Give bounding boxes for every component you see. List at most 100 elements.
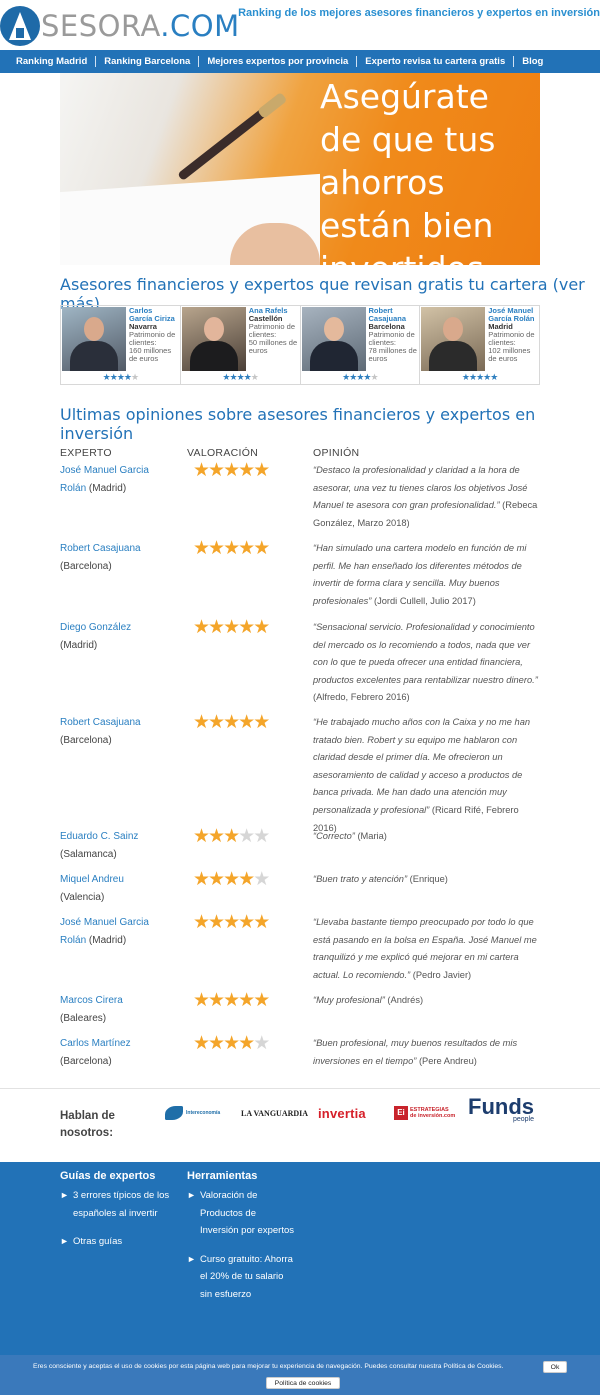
review-expert-link[interactable]: Miquel Andreu	[60, 874, 124, 885]
press-logos: Intereconomía LA VANGUARDIA invertia Ei E…	[163, 1096, 543, 1128]
advisor-photo[interactable]	[181, 307, 246, 371]
header-tagline: Ranking de los mejores asesores financie…	[238, 7, 600, 19]
advisor-patrimonio-amount: 102 millones de euros	[488, 346, 531, 363]
star-filled-icon: ★	[208, 912, 225, 933]
review-expert-link[interactable]: Robert Casajuana	[60, 717, 141, 728]
advisor-patrimonio-amount: 50 millones de euros	[248, 338, 298, 355]
intereconomia-logo[interactable]: Intereconomía	[165, 1098, 220, 1128]
review-expert-link[interactable]: Diego González	[60, 622, 131, 633]
cookie-ok-button[interactable]: Ok	[543, 1361, 567, 1373]
estrategias-de-inversion-logo[interactable]: Ei ESTRATEGIAS de inversión.com	[394, 1098, 455, 1128]
la-vanguardia-logo[interactable]: LA VANGUARDIA	[241, 1098, 308, 1128]
review-rating: ★★★★★	[193, 912, 270, 934]
logo-text: SESORA.COM	[41, 9, 240, 43]
star-filled-icon: ★	[238, 712, 255, 733]
rating-star-icon: ★	[130, 372, 139, 382]
funds-people-logo[interactable]: Funds people	[468, 1096, 534, 1128]
review-quote: “Destaco la profesionalidad y claridad a…	[313, 465, 528, 511]
review-author: (Andrés)	[387, 995, 424, 1005]
cookie-banner: Eres consciente y aceptas el uso de cook…	[0, 1355, 600, 1395]
cookie-text: Eres consciente y aceptas el uso de cook…	[33, 1363, 504, 1370]
advisor-card[interactable]: José Manuel García Rolán Madrid Patrimon…	[420, 306, 539, 384]
cookie-policy-button[interactable]: Política de cookies	[266, 1377, 340, 1389]
star-filled-icon: ★	[193, 712, 210, 733]
rating-star-icon: ★	[116, 372, 125, 382]
advisor-photo[interactable]	[62, 307, 126, 371]
section-divider	[0, 1088, 600, 1089]
advisor-rating: ★★★★★	[301, 372, 420, 383]
star-filled-icon: ★	[238, 1033, 255, 1054]
nav-blog[interactable]: Blog	[514, 56, 551, 67]
star-filled-icon: ★	[193, 912, 210, 933]
review-rating: ★★★★★	[193, 826, 270, 848]
footer-link-valoracion[interactable]: Valoración de Productos de Inversión por…	[187, 1187, 297, 1240]
rating-star-icon: ★	[102, 372, 111, 382]
review-expert-link[interactable]: Robert Casajuana	[60, 543, 141, 554]
rating-star-icon: ★	[222, 372, 230, 382]
hero-banner[interactable]: Asegúrate de que tus ahorros están bien …	[60, 73, 540, 265]
advisor-patrimonio-amount: 78 millones de euros	[368, 346, 417, 363]
press-label: Hablan de nosotros:	[60, 1110, 115, 1139]
advisor-photo[interactable]	[421, 307, 486, 371]
footer-link-otras-guias[interactable]: Otras guías	[60, 1233, 170, 1251]
review-author: (Alfredo, Febrero 2016)	[313, 692, 410, 703]
review-expert-link[interactable]: Eduardo C. Sainz	[60, 831, 138, 842]
nav-revisa-cartera[interactable]: Experto revisa tu cartera gratis	[357, 56, 515, 67]
rating-star-icon: ★	[370, 372, 378, 382]
star-filled-icon: ★	[238, 538, 255, 559]
star-filled-icon: ★	[223, 912, 240, 933]
star-filled-icon: ★	[193, 460, 210, 481]
star-filled-icon: ★	[253, 617, 270, 638]
advisor-name[interactable]: José Manuel García Rolán	[488, 307, 537, 323]
footer-link-errores[interactable]: 3 errores típicos de los españoles al in…	[60, 1187, 170, 1222]
review-author: (Pere Andreu)	[418, 1055, 477, 1066]
nav-ranking-madrid[interactable]: Ranking Madrid	[8, 56, 97, 67]
main-nav: Ranking Madrid Ranking Barcelona Mejores…	[0, 50, 600, 73]
star-filled-icon: ★	[253, 538, 270, 559]
nav-ranking-barcelona[interactable]: Ranking Barcelona	[96, 56, 200, 67]
advisor-card[interactable]: Carlos García Ciriza Navarra Patrimonio …	[61, 306, 181, 384]
nav-expertos-provincia[interactable]: Mejores expertos por provincia	[199, 56, 358, 67]
advisor-card[interactable]: Ana Rafels Castellón Patrimonio de clien…	[181, 306, 301, 384]
star-filled-icon: ★	[253, 990, 270, 1011]
star-empty-icon: ★	[253, 1033, 270, 1054]
review-rating: ★★★★★	[193, 1033, 270, 1055]
review-quote: “Correcto”	[313, 831, 355, 841]
star-filled-icon: ★	[193, 1033, 210, 1054]
star-filled-icon: ★	[208, 826, 225, 847]
review-quote: “He trabajado mucho años con la Caixa y …	[313, 717, 531, 815]
star-filled-icon: ★	[238, 990, 255, 1011]
star-filled-icon: ★	[193, 538, 210, 559]
rating-star-icon: ★	[250, 372, 259, 382]
advisor-name[interactable]: Carlos García Ciriza	[129, 307, 178, 323]
review-expert-link[interactable]: Carlos Martínez	[60, 1038, 131, 1049]
rating-star-icon: ★	[490, 372, 498, 382]
review-rating: ★★★★★	[193, 990, 270, 1012]
advisor-patrimonio-label: Patrimonio de clientes:	[129, 330, 176, 347]
advisor-cards: Carlos García Ciriza Navarra Patrimonio …	[60, 305, 540, 385]
footer-link-curso[interactable]: Curso gratuito: Ahorra el 20% de tu sala…	[187, 1251, 297, 1304]
star-filled-icon: ★	[208, 869, 225, 890]
review-author: (Maria)	[357, 831, 387, 841]
star-filled-icon: ★	[208, 538, 225, 559]
star-filled-icon: ★	[208, 460, 225, 481]
intereconomia-bird-icon	[165, 1106, 183, 1120]
review-expert-link[interactable]: Marcos Cirera	[60, 995, 123, 1006]
advisor-photo[interactable]	[301, 307, 366, 371]
review-rating: ★★★★★	[193, 712, 270, 734]
star-filled-icon: ★	[253, 912, 270, 933]
review-expert-location: (Salamanca)	[60, 849, 117, 860]
review-expert-location: (Barcelona)	[60, 561, 112, 572]
review-rating: ★★★★★	[193, 538, 270, 560]
advisor-rating: ★★★★★	[181, 372, 300, 383]
advisor-card[interactable]: Robert Casajuana Barcelona Patrimonio de…	[301, 306, 421, 384]
logo-a-icon	[0, 6, 40, 46]
invertia-logo[interactable]: invertia	[318, 1098, 366, 1128]
site-logo[interactable]: SESORA.COM	[0, 4, 240, 48]
star-filled-icon: ★	[208, 712, 225, 733]
footer-guias-title: Guías de expertos	[60, 1170, 156, 1182]
advisor-name[interactable]: Robert Casajuana	[369, 307, 418, 323]
column-header-valoracion: VALORACIÓN	[187, 447, 259, 459]
hero-pen-illustration	[177, 93, 286, 182]
review-expert-location: (Madrid)	[60, 640, 98, 651]
